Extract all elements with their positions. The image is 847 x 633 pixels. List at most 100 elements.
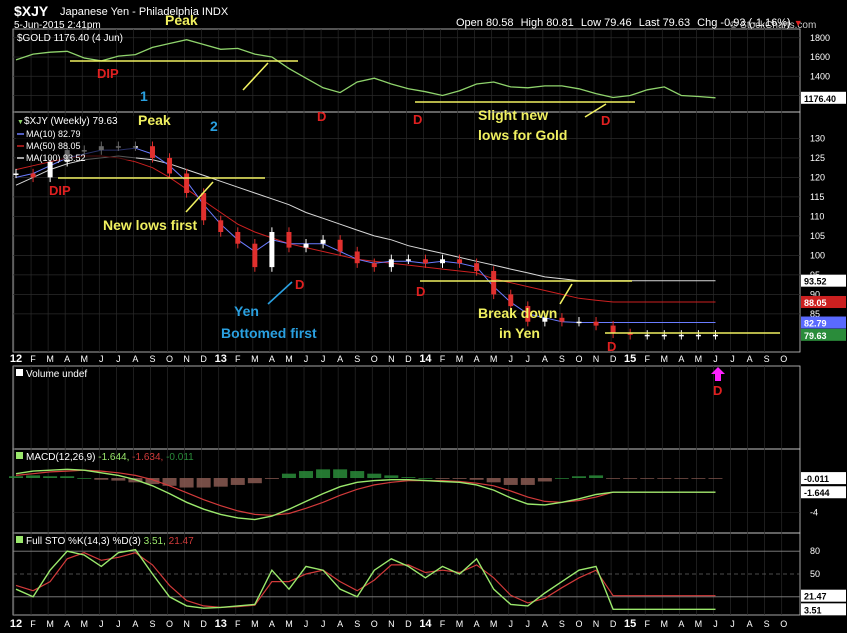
chart-svg: 1212FFMMAAMMJJJJAASSOONNDD1313FFMMAAMMJJ… [9, 12, 846, 630]
gold-last-label: 1176.40 [804, 94, 836, 104]
macd-histogram-bar [606, 478, 621, 479]
ma-legend-entry: MA(10) 82.79 [26, 129, 81, 139]
x-tick-label-bottom: O [575, 619, 582, 629]
x-tick-label: M [285, 354, 293, 364]
x-tick-label-bottom: A [132, 619, 138, 629]
x-tick-label-bottom: M [456, 619, 464, 629]
yen-breakdown-note-1: Break down [478, 305, 557, 321]
price-bar-body [13, 173, 19, 175]
x-tick-label-bottom: A [64, 619, 70, 629]
yen-d-note-3: D [607, 339, 616, 354]
x-tick-label-bottom: D [405, 619, 412, 629]
macd-histogram-bar [179, 478, 194, 488]
sto-d-line [15, 552, 716, 609]
price-bar-body [474, 263, 480, 271]
x-tick-label: S [354, 354, 360, 364]
macd-histogram-bar [674, 478, 689, 479]
sto-legend-value: 21.47 [169, 536, 194, 547]
x-tick-label: 14 [419, 353, 432, 365]
macd-histogram-bar [623, 478, 638, 479]
last-value: 79.63 [662, 17, 691, 29]
x-tick-label: A [269, 354, 275, 364]
x-tick-label-bottom: M [285, 619, 293, 629]
macd-histogram-bar [503, 478, 518, 485]
price-bar-body [252, 243, 258, 268]
x-tick-label: F [235, 354, 241, 364]
price-ma100-label: 93.52 [804, 277, 827, 287]
x-tick-label: J [304, 354, 309, 364]
yen-d-note-1: D [295, 277, 304, 292]
x-tick-label: M [251, 354, 259, 364]
x-tick-label: 15 [624, 353, 636, 365]
chart-name: Japanese Yen - Philadelphia INDX [60, 6, 229, 18]
price-bar-body [422, 259, 428, 264]
sto-legend-name: Full STO %K(14,3) %D(3) [26, 536, 144, 547]
macd-histogram-bar [469, 478, 484, 480]
x-tick-label-bottom: J [99, 619, 104, 629]
x-tick-label-bottom: D [200, 619, 207, 629]
price-bar-body [184, 173, 190, 193]
x-tick-label: F [440, 354, 446, 364]
macd-histogram-bar [26, 475, 41, 478]
x-tick-label: D [610, 354, 617, 364]
sto-k-label: 3.51 [804, 605, 822, 615]
macd-legend: MACD(12,26,9) -1.644, -1.634, -0.011 [26, 452, 194, 463]
gold-dip-note: DIP [97, 66, 119, 81]
x-tick-label: A [337, 354, 343, 364]
macd-hist-label: -0.011 [804, 474, 829, 484]
high-value: 80.81 [546, 17, 574, 29]
price-bar-body [320, 239, 326, 244]
macd-histogram-bar [418, 478, 433, 479]
price-bar-body [405, 259, 411, 261]
macd-histogram-bar [571, 476, 586, 478]
x-tick-label: N [183, 354, 190, 364]
macd-histogram-bar [9, 476, 23, 478]
macd-histogram-bar [657, 478, 672, 479]
x-tick-label-bottom: M [661, 619, 669, 629]
macd-legend-value: -1.644, [98, 452, 132, 463]
macd-legend-value: -1.634, [132, 452, 166, 463]
x-tick-label-bottom: 13 [215, 618, 227, 630]
gold-slight-new-lows-note-2: lows for Gold [478, 127, 567, 143]
price-bar-body [388, 259, 394, 268]
x-tick-label: S [559, 354, 565, 364]
x-tick-label: 13 [215, 353, 227, 365]
price-ma10-label: 82.79 [804, 319, 827, 329]
gold-d-note-2: D [413, 112, 422, 127]
price-bar-body [30, 173, 36, 178]
yen-peak-note: Peak [138, 112, 171, 128]
price-bar-body [235, 232, 241, 244]
price-y-tick: 110 [810, 211, 824, 221]
price-bar-body [457, 259, 463, 264]
ma10-line [15, 147, 716, 323]
sto-legend-value: 3.51, [144, 536, 169, 547]
ma-legend-entry: MA(100) 93.52 [26, 153, 86, 163]
macd-histogram-bar [94, 478, 109, 480]
last-label: Last [638, 17, 660, 29]
price-bar-body [149, 146, 155, 158]
ma-legend-entry: MA(50) 88.05 [26, 141, 81, 151]
macd-histogram-bar [196, 478, 211, 488]
macd-histogram-bar [213, 478, 228, 487]
x-tick-label-bottom: 15 [624, 618, 636, 630]
x-tick-label-bottom: N [183, 619, 190, 629]
x-tick-label: A [474, 354, 480, 364]
x-tick-label-bottom: A [337, 619, 343, 629]
x-tick-label: J [99, 354, 104, 364]
price-bar-body [286, 232, 292, 248]
macd-histogram-bar [452, 478, 467, 479]
chart-root: 12 12 F F M M A A M M J J J J A A S S O O N N D D 13 13 F F M M A A M M J J… [0, 0, 847, 633]
x-tick-label-bottom: F [440, 619, 446, 629]
volume-d-note: D [713, 383, 722, 398]
macd-histogram-bar [640, 478, 655, 479]
gold-y-tick: 1400 [810, 71, 830, 81]
x-tick-label: M [490, 354, 498, 364]
x-tick-label: J [713, 354, 718, 364]
x-tick-label-bottom: M [46, 619, 54, 629]
x-tick-label: N [388, 354, 395, 364]
macd-histogram-bar [537, 478, 552, 482]
yen-breakdown-note-2: in Yen [499, 325, 540, 341]
x-tick-label: O [371, 354, 378, 364]
x-tick-label-bottom: M [695, 619, 703, 629]
price-last-label: 79.63 [804, 331, 827, 341]
